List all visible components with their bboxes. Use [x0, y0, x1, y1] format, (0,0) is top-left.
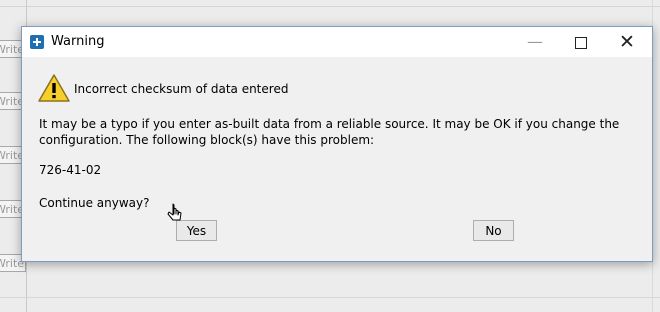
warning-icon — [38, 74, 70, 102]
dialog-titlebar[interactable]: Warning — ✕ — [22, 27, 652, 57]
background-row-divider — [0, 297, 660, 298]
dialog-heading: Incorrect checksum of data entered — [74, 82, 289, 96]
close-button[interactable]: ✕ — [604, 27, 650, 57]
dialog-message: It may be a typo if you enter as-built d… — [39, 117, 620, 147]
maximize-button[interactable] — [558, 27, 604, 57]
mouse-cursor-icon — [167, 203, 182, 221]
dialog-question: Continue anyway? — [39, 196, 150, 210]
dialog-title: Warning — [51, 34, 105, 49]
background-top-line — [0, 6, 660, 7]
dialog-content: Incorrect checksum of data entered It ma… — [22, 57, 652, 261]
app-icon — [30, 35, 44, 49]
maximize-icon — [575, 36, 587, 49]
affected-block-id: 726-41-02 — [39, 163, 102, 177]
warning-dialog: Warning — ✕ Incorrect checksum of data e… — [21, 26, 653, 262]
minimize-button[interactable]: — — [512, 27, 558, 57]
no-button[interactable]: No — [473, 220, 514, 241]
